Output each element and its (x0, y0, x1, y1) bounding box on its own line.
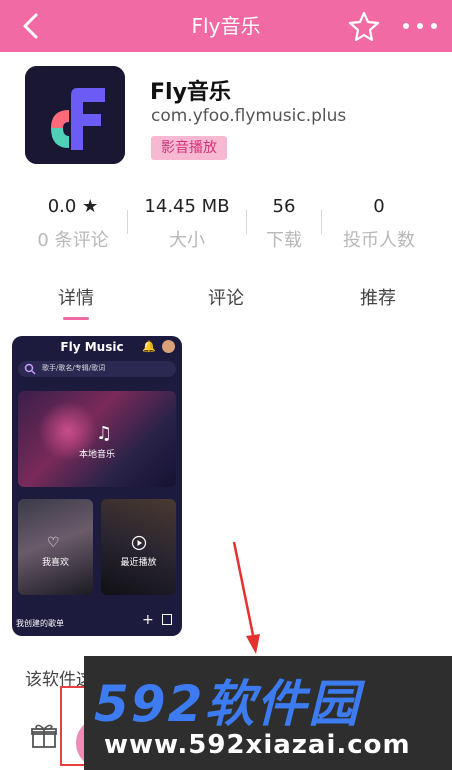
bell-icon: 🔔 (142, 340, 156, 353)
music-note-icon: ♫ (96, 423, 113, 444)
page-title: Fly音乐 (191, 14, 261, 38)
stat-size: 14.45 MB 大小 (133, 194, 241, 254)
rating-value: 0.0 ★ (47, 196, 99, 217)
app-icon (25, 66, 125, 164)
category-tag[interactable]: 影音播放 (151, 136, 227, 160)
watermark-brand: 592软件园 (94, 675, 361, 733)
app-package: com.yfoo.flymusic.plus (151, 106, 347, 126)
stat-coins: 0 投币人数 (334, 194, 424, 254)
stat-label: 0 条评论 (37, 230, 109, 251)
stat-label: 大小 (169, 230, 205, 251)
divider (246, 210, 247, 234)
stat-label: 投币人数 (343, 230, 415, 251)
more-icon[interactable] (398, 10, 442, 42)
tab-comments[interactable]: 评论 (196, 284, 256, 310)
search-placeholder: 歌手/歌名/专辑/歌词 (42, 364, 106, 372)
stat-downloads: 56 下载 (254, 194, 314, 254)
app-name: Fly音乐 (150, 80, 231, 105)
avatar (162, 340, 175, 353)
local-music-card: ♫ 本地音乐 (18, 391, 176, 487)
gift-icon[interactable] (30, 722, 58, 750)
search-icon (24, 363, 36, 375)
recent-card: 最近播放 (101, 499, 176, 595)
stat-value: 56 (272, 196, 296, 217)
favorites-label: 我喜欢 (41, 558, 69, 568)
fly-logo-icon (25, 66, 125, 164)
top-bar: Fly音乐 (0, 0, 452, 52)
tab-recommend[interactable]: 推荐 (348, 284, 408, 310)
watermark-overlay: 592软件园 www.592xiazai.com (84, 656, 452, 770)
stat-value: 14.45 MB (144, 196, 230, 217)
favorites-card: ♡ 我喜欢 (18, 499, 93, 595)
import-icon (162, 614, 172, 625)
heart-icon: ♡ (47, 535, 60, 551)
local-music-label: 本地音乐 (78, 450, 115, 460)
add-icon: + (142, 612, 154, 628)
back-icon[interactable] (16, 10, 48, 42)
play-icon (131, 535, 147, 551)
tab-indicator (63, 317, 89, 320)
stat-rating: 0.0 ★ 0 条评论 (26, 194, 120, 254)
divider (321, 210, 322, 234)
stat-value: 0 (373, 196, 385, 217)
star-icon[interactable] (348, 10, 380, 42)
divider (127, 210, 128, 234)
recent-label: 最近播放 (120, 558, 157, 568)
tab-details[interactable]: 详情 (46, 284, 106, 310)
app-screenshot[interactable]: Fly Music 🔔 歌手/歌名/专辑/歌词 ♫ 本地音乐 ♡ 我喜欢 最近播… (12, 336, 182, 636)
my-playlists-label: 我创建的歌单 (16, 619, 64, 628)
stat-label: 下载 (266, 230, 302, 251)
watermark-url: www.592xiazai.com (104, 730, 411, 760)
rating-star-icon: ★ (82, 196, 99, 217)
arrow-annotation (232, 541, 260, 654)
